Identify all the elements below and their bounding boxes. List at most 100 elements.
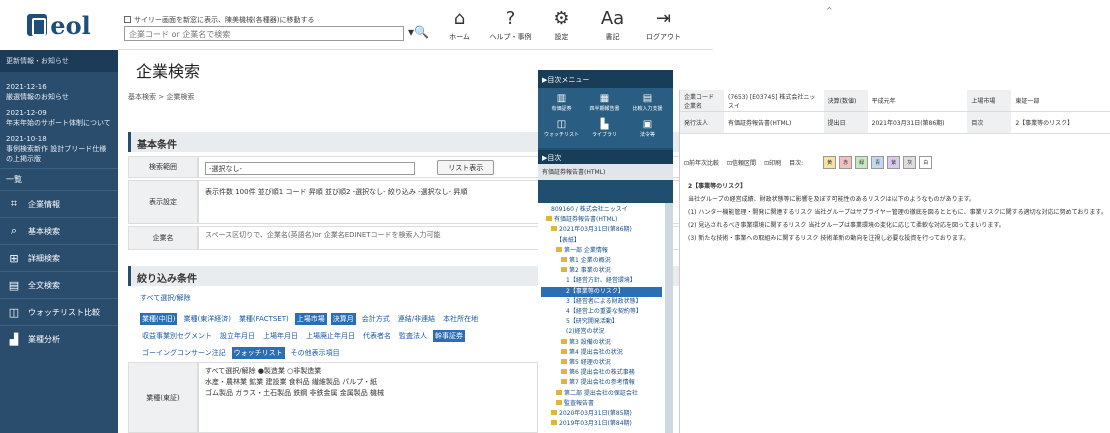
toc-tree-item[interactable]: 2【事業等のリスク】: [541, 286, 662, 297]
sidebar-item-label: 業種分析: [28, 334, 60, 344]
document-info-table: 企業コード 企業名 (7653) [E03745] 株式会社ニッスイ 決算(数値) 平…: [680, 90, 1110, 134]
doc-tool-button[interactable]: ⊡前年次比較: [684, 158, 719, 167]
doc-info-value: 有価証券報告書(HTML): [728, 120, 792, 127]
list-display-button[interactable]: リスト表示: [437, 160, 495, 175]
toolbar-home-button[interactable]: ⌂ ホーム: [434, 0, 485, 50]
toc-tree-item[interactable]: 第2 事業の状況: [541, 266, 662, 276]
news-text: 厳選情報のお知らせ: [6, 93, 69, 101]
chart-icon: ▟: [9, 332, 19, 346]
filter-tag[interactable]: ゴーイングコンサーン注記: [140, 347, 228, 359]
doc-tool-button[interactable]: ⊡信頼区間: [727, 158, 756, 167]
news-item[interactable]: 2021-12-16 厳選情報のお知らせ: [6, 82, 112, 102]
toc-tree-item[interactable]: 第1 企業の概況: [541, 256, 662, 266]
logo-text: eol: [50, 10, 91, 40]
highlight-color-button[interactable]: 白: [919, 155, 933, 169]
highlight-color-button[interactable]: 灰: [903, 155, 917, 169]
home-icon: ⌂: [453, 7, 466, 29]
toc-menu-label: ライブラリ: [591, 132, 617, 138]
sidebar-item-label: 詳細検索: [28, 253, 60, 263]
sidebar: 更新情報・お知らせ 2021-12-16 厳選情報のお知らせ 2021-12-09 年…: [0, 50, 118, 433]
doc-info-value: 2021年03月31日(第86期): [871, 120, 945, 127]
toc-tree-item[interactable]: 第一部 企業情報: [541, 246, 662, 256]
scope-label: 検索範囲: [128, 156, 198, 178]
doc-tool-button[interactable]: ⊡印刷: [764, 158, 781, 167]
toc-menu-label: 法令等: [639, 132, 655, 138]
sidebar-item-chart[interactable]: ▟ 業種分析: [0, 325, 118, 352]
doc-info-key: 上場市場: [967, 90, 1012, 111]
industry-select-all[interactable]: すべて選択/解除 ●製造業 ○非製造業: [205, 366, 531, 377]
filter-tag[interactable]: その他表示項目: [289, 347, 342, 359]
toc-menu-icons: ▥ 有価証券 ▦ 四半期報告書 ▤ 比較入力支援 ◫ ウォッチリスト ▙ ライブラリ ▣ 法令等: [538, 88, 673, 148]
sidebar-item-detail-search[interactable]: ⊞ 詳細検索: [0, 244, 118, 271]
select-all-link[interactable]: すべて選択/解除: [140, 293, 191, 303]
toc-menu-item[interactable]: ▤ 比較入力支援: [626, 92, 669, 118]
toolbar-help-button[interactable]: ? ヘルプ・事例: [485, 0, 536, 50]
highlight-color-button[interactable]: 青: [871, 155, 885, 169]
highlight-color-button[interactable]: 緑: [855, 155, 869, 169]
font-label: 書記: [605, 32, 620, 41]
toc-tree-item[interactable]: 【表紙】: [541, 236, 662, 246]
toolbar-gear-button[interactable]: ⚙ 設定: [536, 0, 587, 50]
sidebar-item-search[interactable]: ⌕ 基本検索: [0, 217, 118, 244]
toc-menu-item[interactable]: ◫ ウォッチリスト: [540, 118, 583, 144]
toc-menu-item[interactable]: ▦ 四半期報告書: [583, 92, 626, 118]
news-item[interactable]: 2021-10-18 事例検索新作 設計ブリード仕様の上掲示版: [6, 134, 112, 164]
toc-tree-item[interactable]: 第5 経理の状況: [541, 358, 662, 368]
new-window-checkbox[interactable]: サイリー画面を新窓に表示、陳美機械(各種器)に移動する: [124, 15, 314, 25]
toolbar-font-button[interactable]: Aa 書記: [587, 0, 638, 50]
highlight-color-button[interactable]: 紫: [887, 155, 901, 169]
company-search-input[interactable]: 企業コード or 企業名で検索: [124, 26, 404, 41]
document-viewer: 企業コード 企業名 (7653) [E03745] 株式会社ニッスイ 決算(数値) 平…: [679, 90, 1110, 433]
news-item[interactable]: 2021-12-09 年末年始のサポート体制について: [6, 108, 112, 128]
toc-menu-item[interactable]: ▣ 法令等: [626, 118, 669, 144]
industry-row[interactable]: ゴム製品 ガラス・土石製品 鉄鋼 非鉄金属 金属製品 機械: [205, 388, 531, 399]
toc-tree-item[interactable]: 2019年03月31日(第84期): [541, 419, 662, 429]
toc-menu-icon: ▙: [600, 119, 609, 130]
sidebar-item-watchlist[interactable]: ◫ ウォッチリスト比較: [0, 298, 118, 325]
toc-tree-item[interactable]: 1【経営方針、経営環境】: [541, 276, 662, 286]
document-body: 2【事業等のリスク】 当社グループの経営成績、財政状態等に影響を及ぼす可能性のある…: [688, 182, 1108, 247]
toolbar-logout-button[interactable]: ⇥ ログアウト: [638, 0, 689, 50]
toc-tree-item[interactable]: 809160 / 株式会社ニッスイ: [541, 205, 662, 215]
toc-tree-item[interactable]: 第二部 提出会社の保証会社: [541, 389, 662, 399]
sidebar-items: ⌗ 企業情報 ⌕ 基本検索 ⊞ 詳細検索 ▤ 全文検索 ◫ ウォッチリスト比較 ▟ 業種分析: [0, 190, 118, 352]
toc-header: ▶目次: [538, 150, 673, 164]
toc-tree-item[interactable]: 5【研究開発活動】: [541, 317, 662, 327]
list-link[interactable]: 一覧: [0, 168, 118, 190]
toc-tree-item[interactable]: 3【経営者による財政状態】: [541, 297, 662, 307]
highlight-color-button[interactable]: 黄: [823, 155, 837, 169]
toc-tree-item[interactable]: 第3 設備の状況: [541, 338, 662, 348]
doc-info-value: 平成元年: [871, 98, 896, 105]
breadcrumb: 基本検索 > 企業検索: [128, 93, 195, 101]
toc-menu-item[interactable]: ▙ ライブラリ: [583, 118, 626, 144]
highlight-color-button[interactable]: 赤: [839, 155, 853, 169]
scroll-up-icon[interactable]: ^: [826, 6, 833, 15]
eol-logo[interactable]: eol: [0, 0, 118, 50]
toc-tree-item[interactable]: (2)経営の状況: [541, 327, 662, 337]
toc-tree-item[interactable]: 監査報告書: [541, 399, 662, 409]
toc-menu-icon: ▥: [556, 93, 567, 104]
toc-scrollbar[interactable]: [665, 203, 673, 433]
industry-checkboxes: すべて選択/解除 ●製造業 ○非製造業 水産・農林業 鉱業 建設業 食料品 繊維…: [198, 362, 538, 433]
toc-menu-item[interactable]: ▥ 有価証券: [540, 92, 583, 118]
toc-tree-item[interactable]: 2020年03月31日(第85期): [541, 409, 662, 419]
sidebar-item-label: ウォッチリスト比較: [28, 307, 100, 317]
toc-tree-item[interactable]: 第7 提出会社の参考情報: [541, 378, 662, 388]
sidebar-item-fulltext[interactable]: ▤ 全文検索: [0, 271, 118, 298]
doc-type-select[interactable]: 有価証券報告書(HTML): [538, 164, 673, 180]
search-button[interactable]: ▾🔍: [408, 25, 429, 39]
industry-row[interactable]: 水産・農林業 鉱業 建設業 食料品 繊維製品 パルプ・紙: [205, 377, 531, 388]
toc-tree-item[interactable]: 第6 提出会社の株式事務: [541, 368, 662, 378]
toc-tree-item[interactable]: 2021年03月31日(第86期): [541, 225, 662, 235]
sidebar-item-building[interactable]: ⌗ 企業情報: [0, 190, 118, 217]
toc-tree-item[interactable]: 有価証券報告書(HTML): [541, 215, 662, 225]
toc-tree-item[interactable]: 4【経営上の重要な契約等】: [541, 307, 662, 317]
toc-menu-icon: ▣: [642, 119, 653, 130]
doc-info-key: 企業コード 企業名: [680, 90, 724, 111]
document-tools: ⊡前年次比較 ⊡信頼区間 ⊡印刷 目次: 黄赤緑青紫灰白: [684, 148, 1110, 176]
doc-paragraph: (2) 見込されるべき事業環境に関するリスク 当社グループは事業環境の変化に応じ…: [688, 222, 1005, 229]
sidebar-item-label: 企業情報: [28, 199, 60, 209]
toc-tree-item[interactable]: 第4 提出会社の状況: [541, 348, 662, 358]
filter-tag[interactable]: ウォッチリスト: [231, 347, 285, 359]
scope-select[interactable]: -選択なし-: [205, 161, 415, 175]
